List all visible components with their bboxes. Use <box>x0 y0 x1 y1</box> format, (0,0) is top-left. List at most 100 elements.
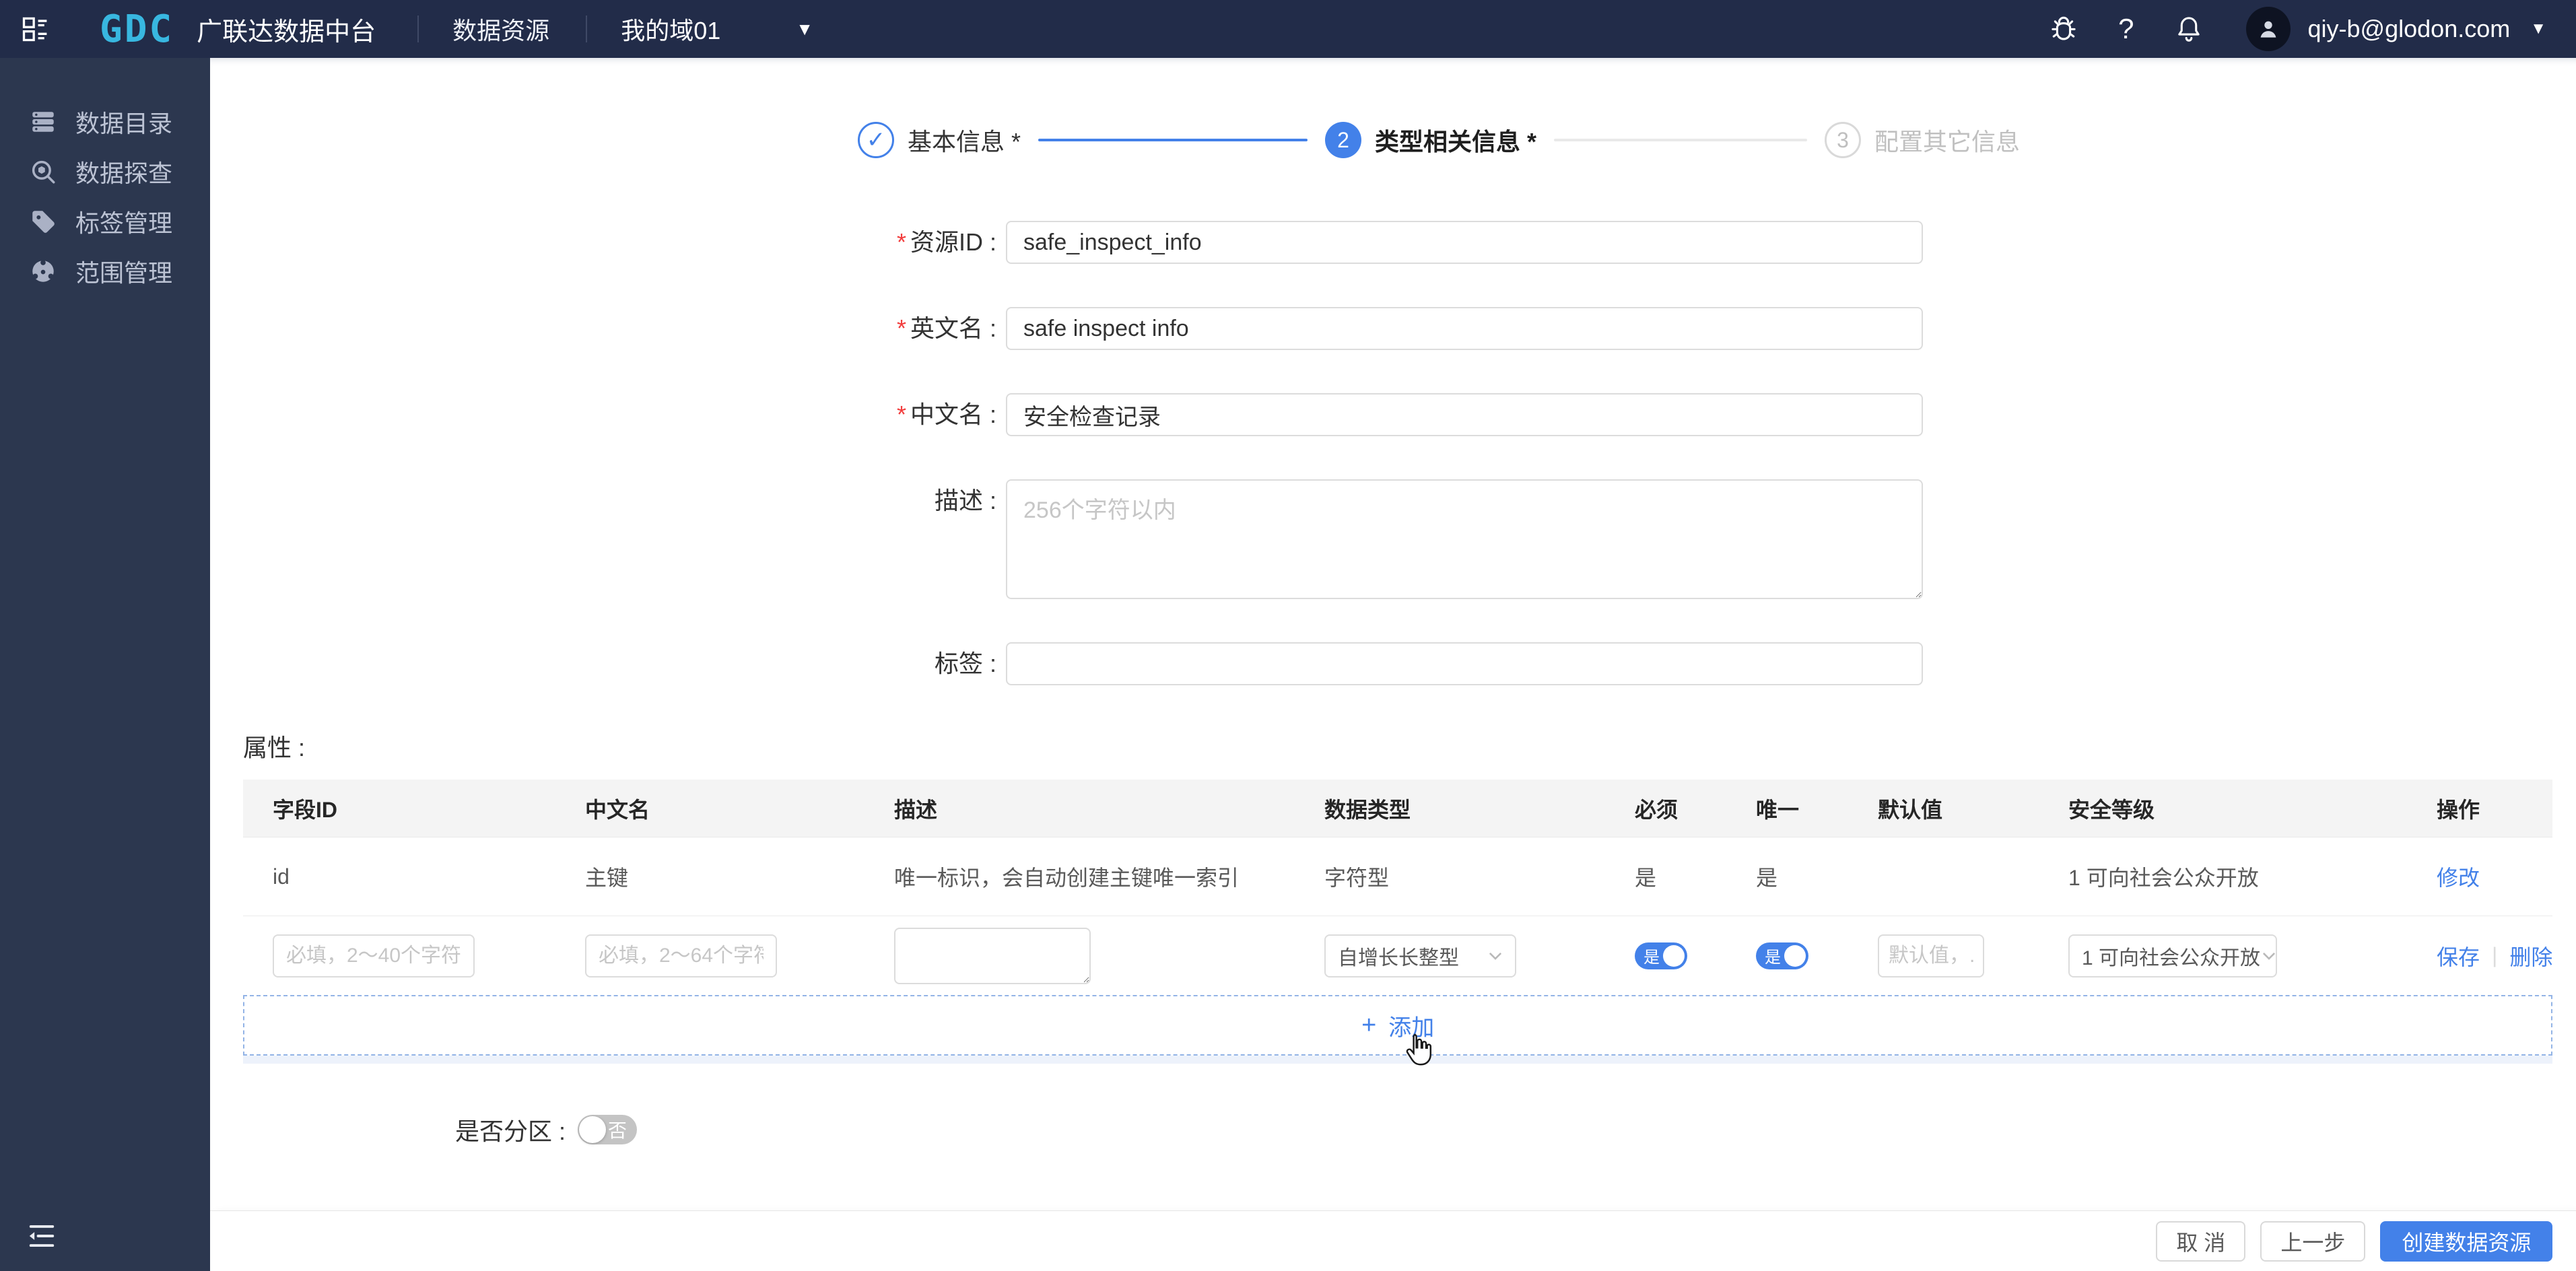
table-header-row: 字段ID 中文名 描述 数据类型 必须 唯一 默认值 安全等级 操作 <box>243 780 2553 837</box>
table-row: id 主键 唯一标识，会自动创建主键唯一索引 字符型 是 是 1 可向社会公众开… <box>243 837 2553 916</box>
step-2-label: 类型相关信息 * <box>1375 128 1537 156</box>
save-link[interactable]: 保存 <box>2437 940 2480 971</box>
cn-name-row: * 中文名 : <box>723 393 2576 436</box>
navbar-divider <box>417 15 419 42</box>
gdc-logo: GDC <box>100 7 174 51</box>
en-name-input[interactable] <box>1006 307 1923 350</box>
toggle-knob <box>1663 944 1685 967</box>
col-header-security: 安全等级 <box>2068 797 2155 822</box>
col-header-field-id: 字段ID <box>273 797 338 822</box>
step-1-check-circle: ✓ <box>858 122 894 158</box>
field-desc-textarea[interactable] <box>894 927 1091 984</box>
step-1-label: 基本信息 * <box>908 128 1021 156</box>
required-asterisk: * <box>896 228 906 256</box>
sidebar-item-label: 数据探查 <box>75 160 173 187</box>
sidebar-item-data-explore[interactable]: 数据探查 <box>0 147 210 197</box>
toggle-off-label: 否 <box>608 1120 628 1141</box>
add-row-highlight <box>243 1056 2553 1064</box>
description-textarea[interactable] <box>1006 479 1923 599</box>
tag-row: 标签 : <box>723 642 2576 685</box>
delete-link[interactable]: 删除 <box>2509 940 2552 971</box>
edit-cell-cn-name <box>555 934 865 977</box>
tag-input[interactable] <box>1006 642 1923 685</box>
required-toggle[interactable]: 是 <box>1635 942 1687 969</box>
domain-selector[interactable]: 我的域01 ▼ <box>621 11 813 46</box>
navbar-divider <box>586 15 588 42</box>
cell-security: 1 可向社会公众开放 <box>2068 866 2259 890</box>
apps-grid-icon[interactable] <box>18 11 53 46</box>
security-level-select[interactable]: 1 可向社会公众开放 <box>2068 934 2277 977</box>
data-type-select-value: 自增长长整型 <box>1338 947 1459 969</box>
tag-label: 标签 : <box>934 650 996 677</box>
previous-step-button[interactable]: 上一步 <box>2260 1221 2366 1262</box>
footer-actions: 取 消 上一步 创建数据资源 <box>210 1210 2576 1271</box>
modify-link[interactable]: 修改 <box>2437 861 2480 892</box>
type-info-form: *资源ID : *英文名 : *中文名 : 描述 : <box>723 221 2576 685</box>
cell-cn-name: 主键 <box>585 866 629 890</box>
cn-name-label: * 中文名 : <box>896 401 996 428</box>
field-id-input[interactable] <box>273 934 475 977</box>
partition-toggle[interactable]: 否 <box>578 1115 638 1144</box>
step-connector-done <box>1038 139 1308 141</box>
security-select-value: 1 可向社会公众开放 <box>2082 947 2261 969</box>
add-attribute-label: 添加 <box>1388 1015 1435 1041</box>
top-navbar: GDC 广联达数据中台 数据资源 我的域01 ▼ ? qiy-b@glodon.… <box>0 0 2576 58</box>
description-label: 描述 : <box>934 487 996 514</box>
wizard-stepper: ✓ 基本信息 * 2 类型相关信息 * 3 配置其它信息 <box>858 121 2576 159</box>
sidebar-item-scope-management[interactable]: 范围管理 <box>0 246 210 296</box>
sidebar: 数据目录 数据探查 标签管理 范围管理 <box>0 58 210 1271</box>
edit-cell-desc <box>865 927 1295 984</box>
sidebar-item-data-catalog[interactable]: 数据目录 <box>0 97 210 147</box>
bug-report-icon[interactable] <box>2048 13 2079 44</box>
edit-cell-actions: 保存 | 删除 <box>2407 940 2552 971</box>
main-panel: ✓ 基本信息 * 2 类型相关信息 * 3 配置其它信息 * 资源ID: sa… <box>210 58 2576 1271</box>
resource-id-input[interactable] <box>1006 221 1923 264</box>
step-3-label: 配置其它信息 <box>1874 128 2021 156</box>
toggle-knob <box>579 1116 607 1143</box>
cancel-button[interactable]: 取 消 <box>2156 1221 2246 1262</box>
user-menu-caret-icon[interactable]: ▼ <box>2530 20 2546 38</box>
step-2-number: 2 <box>1337 127 1349 152</box>
cell-unique: 是 <box>1756 866 1778 890</box>
data-type-select[interactable]: 自增长长整型 <box>1324 934 1516 977</box>
cn-name-input[interactable] <box>1006 393 1923 436</box>
sidebar-collapse-icon[interactable] <box>24 1218 59 1253</box>
add-attribute-area: + 添加 <box>243 995 2553 1066</box>
edit-cell-security: 1 可向社会公众开放 <box>2039 934 2407 977</box>
create-data-resource-button[interactable]: 创建数据资源 <box>2380 1221 2553 1262</box>
col-header-data-type: 数据类型 <box>1324 797 1411 822</box>
notification-bell-icon[interactable] <box>2173 13 2204 44</box>
tag-icon <box>28 207 58 236</box>
scope-icon <box>28 256 58 286</box>
chevron-down-icon <box>1487 947 1504 965</box>
edit-cell-required: 是 <box>1605 942 1726 969</box>
field-cn-name-input[interactable] <box>585 934 777 977</box>
cell-desc: 唯一标识，会自动创建主键唯一索引 <box>894 866 1240 890</box>
default-value-input[interactable] <box>1878 934 1984 977</box>
cell-field-id: id <box>273 864 290 889</box>
required-asterisk: * <box>896 314 906 342</box>
user-avatar[interactable] <box>2245 7 2291 51</box>
col-header-cn-name: 中文名 <box>585 797 650 822</box>
domain-selector-label: 我的域01 <box>621 17 721 44</box>
help-icon[interactable]: ? <box>2118 13 2134 45</box>
col-header-required: 必须 <box>1635 797 1679 822</box>
add-attribute-button[interactable]: + 添加 <box>1361 1009 1434 1042</box>
partition-row: 是否分区 : 否 <box>455 1112 2576 1147</box>
col-header-actions: 操作 <box>2437 797 2480 822</box>
cell-required: 是 <box>1635 866 1657 890</box>
en-name-label: * 英文名 : <box>896 314 996 342</box>
table-edit-row: 自增长长整型 是 <box>243 916 2552 995</box>
body: 数据目录 数据探查 标签管理 范围管理 ✓ 基本信息 * 2 类型相关信息 * … <box>0 58 2576 1271</box>
edit-cell-default <box>1848 934 2039 977</box>
navbar-right: ? qiy-b@glodon.com ▼ <box>2009 7 2546 51</box>
sidebar-item-label: 标签管理 <box>75 209 173 237</box>
toggle-knob <box>1784 944 1806 967</box>
toggle-on-label: 是 <box>1765 949 1781 967</box>
sidebar-item-label: 数据目录 <box>75 110 173 137</box>
edit-cell-unique: 是 <box>1726 942 1848 969</box>
nav-item-data-resource[interactable]: 数据资源 <box>452 11 549 46</box>
sidebar-item-tag-management[interactable]: 标签管理 <box>0 197 210 246</box>
database-icon <box>28 107 58 137</box>
unique-toggle[interactable]: 是 <box>1756 942 1808 969</box>
